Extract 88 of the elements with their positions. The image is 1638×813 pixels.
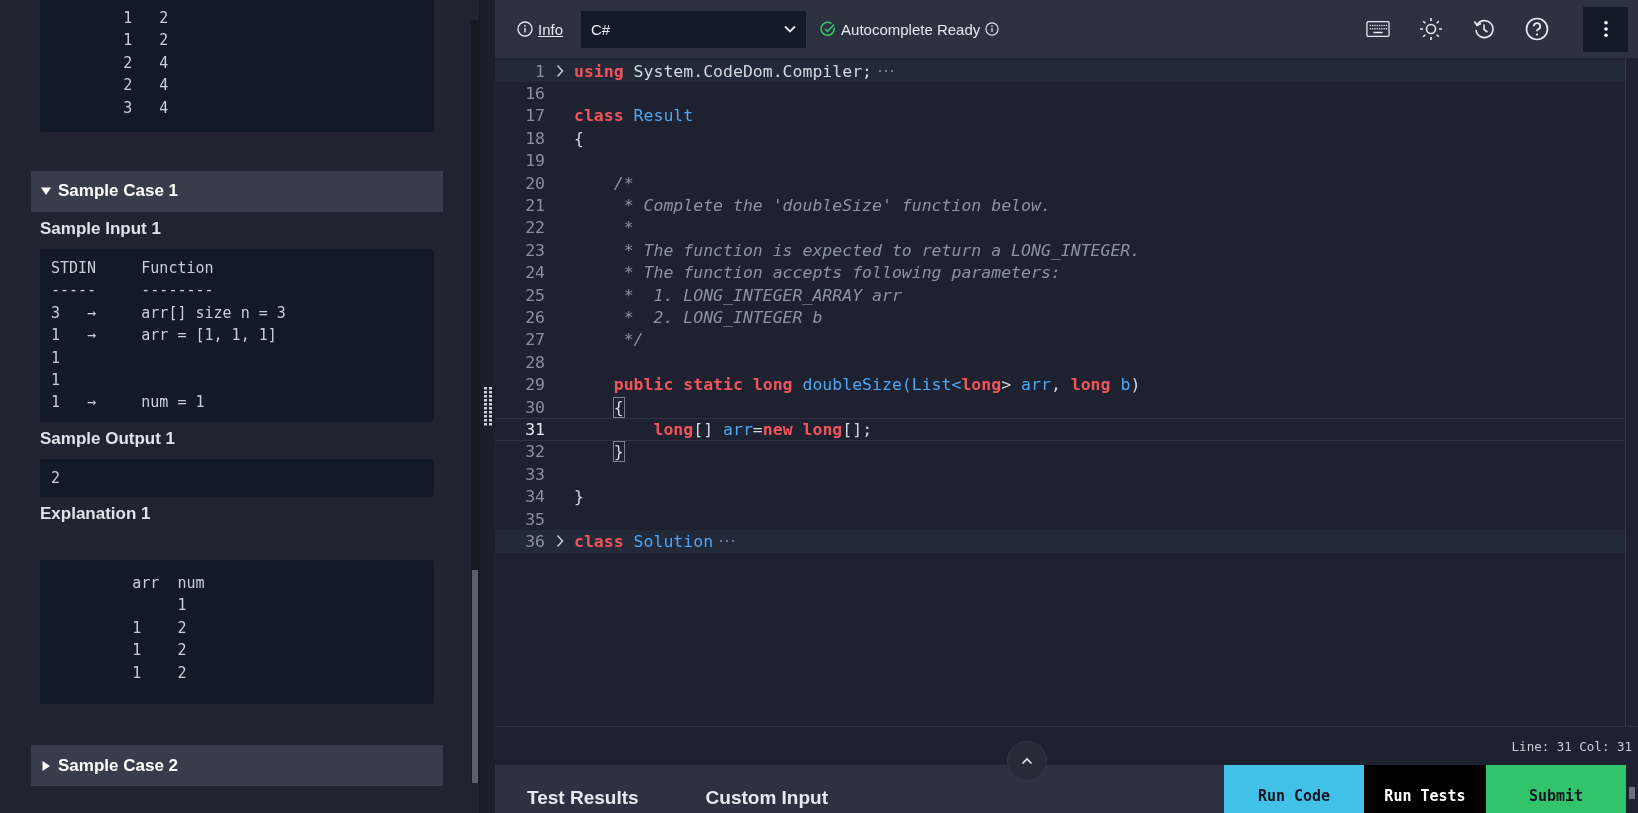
line-number: 26	[524, 308, 545, 327]
line-number: 22	[524, 218, 545, 238]
sample-case-header[interactable]: Sample Case 1	[31, 170, 443, 212]
line-number: 34	[524, 487, 545, 507]
language-select[interactable]: C#	[581, 10, 807, 48]
sample-line: ----- --------	[51, 280, 215, 302]
action-button[interactable]: Submit	[1486, 765, 1626, 813]
sample-line: arr num	[131, 573, 206, 595]
sample-line: 1 2	[131, 662, 188, 684]
line-number: 18	[524, 128, 545, 148]
more-vertical-icon	[1602, 20, 1609, 38]
sample-line: STDIN Function	[51, 257, 215, 279]
code-line: /*	[612, 173, 634, 193]
code-line: }	[612, 442, 624, 462]
code-line: * 1. LONG_INTEGER_ARRAY arr	[622, 285, 902, 305]
line-number: 32	[524, 442, 545, 462]
section-heading: Explanation 1	[40, 503, 152, 526]
code-line: * 2. LONG_INTEGER b	[622, 308, 823, 327]
code-line: {	[612, 397, 624, 417]
sun-icon[interactable]	[1419, 17, 1443, 41]
info-icon[interactable]	[985, 22, 1000, 36]
sample-case-header[interactable]: Sample Case 2	[31, 745, 443, 787]
code-line: * Complete the 'doubleSize' function below.	[622, 196, 1051, 216]
line-number: 29	[524, 375, 545, 395]
line-number: 17	[524, 106, 545, 126]
section-heading: Sample Input 1	[40, 217, 162, 240]
info-link[interactable]: Info	[517, 20, 564, 38]
line-number: 16	[524, 84, 545, 104]
history-icon[interactable]	[1472, 17, 1496, 41]
code-line: * The function is expected to return a LONG_INTEGER.	[622, 240, 1141, 260]
chevron-right-icon[interactable]	[555, 534, 564, 549]
output-line: 1 2	[122, 8, 170, 29]
code-line: */	[622, 330, 644, 350]
autocomplete-status: Autocomplete Ready	[841, 20, 981, 38]
sample-line: 2	[51, 467, 62, 489]
help-icon[interactable]	[1525, 17, 1549, 41]
line-number: 20	[524, 173, 545, 193]
panel-tab[interactable]: Custom Input	[705, 765, 828, 813]
line-number: 25	[524, 285, 545, 305]
chevron-down-icon	[784, 25, 797, 33]
line-number: 21	[524, 196, 545, 216]
code-line: * The function accepts following parameters:	[622, 263, 1061, 283]
code-line: long[] arr=new long[];	[652, 419, 873, 439]
drag-handle-icon[interactable]	[483, 386, 492, 427]
line-number: 35	[524, 509, 545, 529]
sample-line: 1 2	[131, 617, 188, 639]
output-line: 2 4	[122, 52, 170, 74]
sample-line: 1	[51, 347, 62, 369]
collapse-triangle-icon	[41, 186, 51, 197]
sample-line: 1 2	[131, 640, 188, 662]
line-number: 1	[534, 61, 545, 81]
sample-line: 1	[51, 369, 62, 391]
code-line: *	[622, 218, 634, 238]
sample-line: 1 → arr = [1, 1, 1]	[51, 325, 278, 347]
sample-line: 1 → num = 1	[51, 392, 206, 414]
line-number: 30	[524, 397, 545, 417]
line-number: 36	[524, 531, 545, 551]
line-number: 28	[524, 352, 545, 372]
panel-tab[interactable]: Test Results	[527, 765, 639, 813]
output-line: 3 4	[122, 97, 170, 119]
line-number: 31	[524, 419, 545, 439]
action-button[interactable]: Run Tests	[1364, 765, 1486, 813]
sample-line: 3 → arr[] size n = 3	[51, 302, 287, 324]
line-number: 27	[524, 330, 545, 350]
code-line: class Solution	[574, 531, 714, 551]
chevron-right-icon[interactable]	[555, 64, 564, 79]
ellipsis-icon[interactable]	[719, 539, 736, 544]
output-line: 1 2	[122, 30, 170, 52]
line-number: 33	[524, 464, 545, 484]
info-icon	[517, 21, 533, 37]
ellipsis-icon[interactable]	[878, 69, 895, 74]
code-line: {	[574, 128, 584, 148]
code-line: class Result	[574, 106, 694, 126]
chevron-up-icon	[1021, 757, 1033, 765]
expand-triangle-icon	[41, 760, 51, 771]
code-line: public static long doubleSize(List<long> arr, long b)	[612, 375, 1141, 395]
line-number: 23	[524, 240, 545, 260]
action-button[interactable]: Run Code	[1224, 765, 1364, 813]
line-number: 19	[524, 151, 545, 171]
code-line: }	[574, 487, 584, 507]
section-heading: Sample Output 1	[40, 427, 177, 450]
scrollbar[interactable]	[1626, 765, 1638, 813]
line-number: 24	[524, 263, 545, 283]
sample-line: 1	[176, 595, 188, 617]
output-line: 2 4	[122, 75, 170, 97]
cursor-position: Line: 31 Col: 31	[1511, 738, 1632, 754]
scrollbar[interactable]	[471, 20, 479, 783]
code-line: using System.CodeDom.Compiler;	[574, 61, 873, 81]
